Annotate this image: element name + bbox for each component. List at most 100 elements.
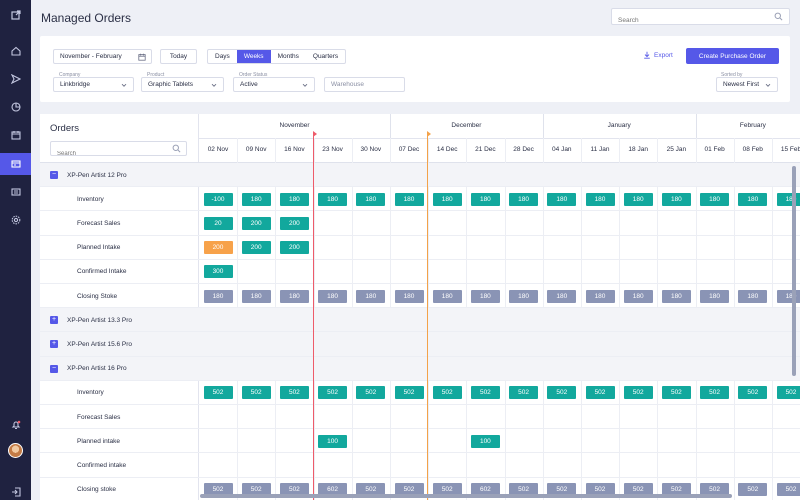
global-search-input[interactable] [612,13,762,28]
value-cell[interactable]: 502 [203,386,233,400]
value-cell[interactable]: 180 [318,192,348,206]
value-cell[interactable]: 180 [394,192,424,206]
list-icon[interactable] [0,181,31,203]
value-cell[interactable]: 200 [279,216,309,230]
value-cell[interactable]: 100 [318,434,348,448]
value-cell[interactable]: 180 [394,289,424,303]
value-cell[interactable]: 502 [776,483,800,497]
month-header: February [739,122,766,129]
value-cell[interactable]: 180 [279,192,309,206]
value-cell[interactable]: 502 [241,386,271,400]
global-search[interactable] [611,8,790,28]
value-cell[interactable]: 180 [776,289,800,303]
value-cell[interactable]: 180 [432,192,462,206]
company-select[interactable]: Linkbridge [53,77,134,92]
horizontal-scrollbar[interactable] [200,494,732,498]
expand-icon[interactable]: + [50,340,58,349]
value-cell[interactable]: 300 [203,265,233,279]
external-link-icon[interactable] [0,4,31,26]
milestone-marker-flag [427,131,431,137]
create-purchase-order-button[interactable]: Create Purchase Order [686,48,779,64]
value-cell[interactable]: 180 [279,289,309,303]
value-cell[interactable]: 502 [738,483,768,497]
value-cell[interactable]: 502 [470,386,500,400]
product-row[interactable]: + XP-Pen Artist 13.3 Pro [40,308,800,333]
value-cell[interactable]: 180 [470,192,500,206]
value-cell[interactable]: 180 [203,289,233,303]
value-cell[interactable]: 502 [661,386,691,400]
value-cell[interactable]: 180 [585,192,615,206]
warehouse-select[interactable]: Warehouse [324,77,405,92]
value-cell[interactable]: 180 [547,289,577,303]
logout-icon[interactable] [0,481,31,500]
orders-search[interactable] [50,141,187,161]
export-button[interactable]: Export [643,51,673,59]
today-button[interactable]: Today [160,49,197,64]
expand-icon[interactable]: + [50,316,58,325]
settings-icon[interactable] [0,209,31,231]
value-cell[interactable]: 502 [738,386,768,400]
value-cell[interactable]: 200 [203,241,233,255]
product-row[interactable]: + XP-Pen Artist 15.6 Pro [40,332,800,357]
value-cell[interactable]: 502 [356,386,386,400]
tab-days[interactable]: Days [208,50,237,63]
value-cell[interactable]: 180 [661,289,691,303]
collapse-icon[interactable]: − [50,171,58,179]
value-cell[interactable]: 502 [318,386,348,400]
tab-months[interactable]: Months [271,50,306,63]
vertical-scrollbar[interactable] [792,166,796,376]
orders-icon[interactable] [0,153,31,175]
product-row[interactable]: − XP-Pen Artist 12 Pro [40,163,800,188]
orders-search-input[interactable] [51,147,161,161]
tab-quarters[interactable]: Quarters [306,50,345,63]
value-cell[interactable]: 502 [547,386,577,400]
value-cell[interactable]: 502 [623,386,653,400]
sort-select[interactable]: Newest First [716,77,778,92]
send-icon[interactable] [0,68,31,90]
calendar-icon[interactable] [0,124,31,146]
value-cell[interactable]: 180 [623,192,653,206]
value-cell[interactable]: 180 [738,289,768,303]
value-cell[interactable]: 180 [470,289,500,303]
value-cell[interactable]: 502 [776,386,800,400]
value-cell[interactable]: 180 [356,289,386,303]
pie-chart-icon[interactable] [0,96,31,118]
product-row[interactable]: − XP-Pen Artist 16 Pro [40,356,800,381]
value-cell[interactable]: 502 [432,386,462,400]
collapse-icon[interactable]: − [50,364,58,373]
value-cell[interactable]: 180 [241,192,271,206]
search-icon [172,144,181,153]
value-cell[interactable]: 502 [509,386,539,400]
value-cell[interactable]: 200 [241,241,271,255]
value-cell[interactable]: 20 [203,216,233,230]
value-cell[interactable]: 502 [700,386,730,400]
bell-icon[interactable] [0,414,31,436]
value-cell[interactable]: 180 [661,192,691,206]
value-cell[interactable]: 180 [700,289,730,303]
value-cell[interactable]: 180 [509,289,539,303]
value-cell[interactable]: 180 [776,192,800,206]
home-icon[interactable] [0,40,31,62]
value-cell[interactable]: 180 [509,192,539,206]
value-cell[interactable]: 502 [585,386,615,400]
value-cell[interactable]: -100 [203,192,233,206]
date-range-picker[interactable]: November - February [53,49,152,64]
value-cell[interactable]: 180 [432,289,462,303]
value-cell[interactable]: 180 [585,289,615,303]
avatar[interactable] [8,443,23,458]
value-cell[interactable]: 100 [470,434,500,448]
value-cell[interactable]: 200 [241,216,271,230]
tab-weeks[interactable]: Weeks [236,50,271,63]
value-cell[interactable]: 180 [700,192,730,206]
value-cell[interactable]: 502 [394,386,424,400]
product-select[interactable]: Graphic Tablets [141,77,224,92]
value-cell[interactable]: 180 [356,192,386,206]
value-cell[interactable]: 180 [318,289,348,303]
order-status-select[interactable]: Active [233,77,315,92]
value-cell[interactable]: 502 [279,386,309,400]
value-cell[interactable]: 200 [279,241,309,255]
value-cell[interactable]: 180 [623,289,653,303]
value-cell[interactable]: 180 [241,289,271,303]
value-cell[interactable]: 180 [738,192,768,206]
value-cell[interactable]: 180 [547,192,577,206]
